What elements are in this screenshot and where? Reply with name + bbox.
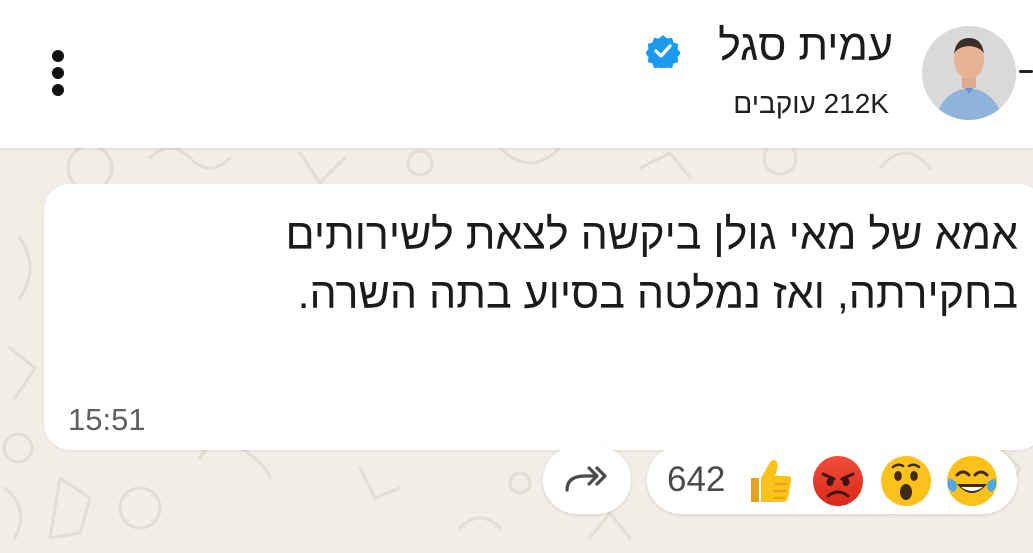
message-timestamp: 15:51 — [68, 402, 146, 437]
reaction-count: 642 — [667, 460, 726, 499]
forward-button[interactable] — [543, 446, 631, 514]
more-options-icon[interactable] — [48, 50, 68, 98]
surprised-emoji — [879, 454, 933, 508]
channel-header: עמית סגל 212K עוקבים — [0, 0, 1033, 148]
forward-icon — [565, 466, 607, 492]
followers-count: 212K עוקבים — [733, 88, 889, 119]
message-bubble[interactable]: אמא של מאי גולן ביקשה לצאת לשירותים בחקי… — [44, 184, 1033, 450]
message-text: אמא של מאי גולן ביקשה לצאת לשירותים בחקי… — [285, 211, 1018, 318]
angry-emoji — [811, 454, 865, 508]
channel-name: עמית סגל — [718, 22, 893, 70]
thumbs-up-emoji — [743, 454, 797, 508]
verified-badge-icon — [645, 34, 681, 71]
back-arrow-icon[interactable] — [1019, 70, 1033, 73]
avatar[interactable] — [922, 26, 1016, 120]
reactions-bar[interactable]: 642 — [647, 446, 1017, 514]
laughing-emoji — [945, 454, 999, 508]
avatar-photo — [922, 26, 1016, 120]
